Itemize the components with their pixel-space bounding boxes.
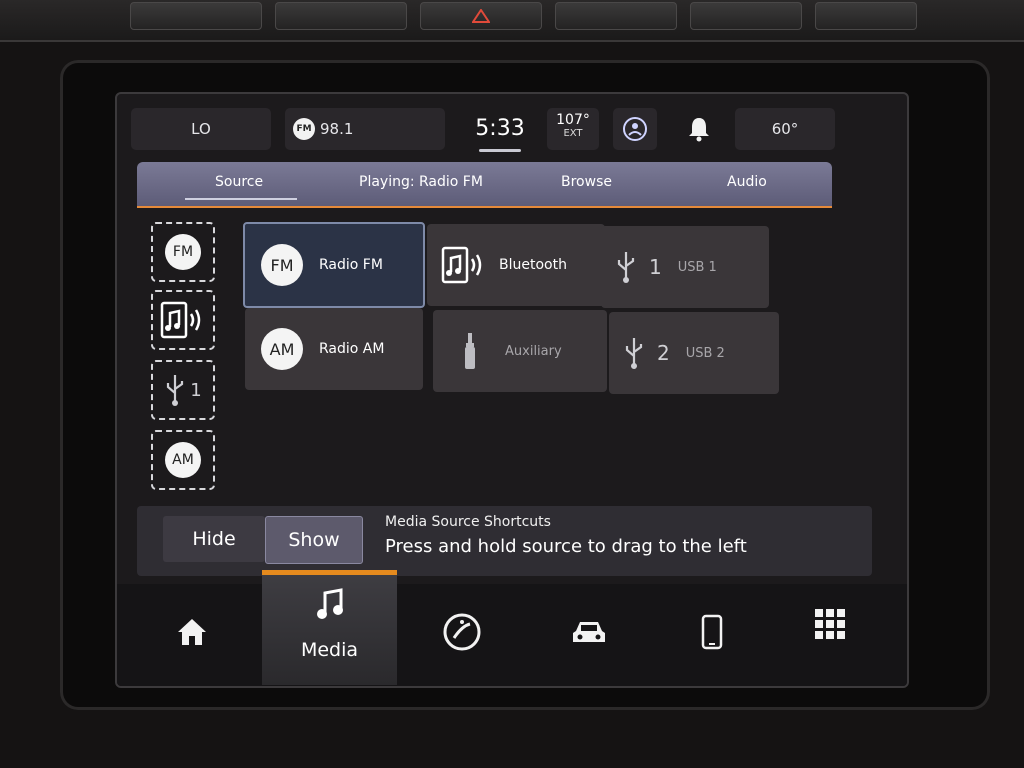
hw-button-1[interactable] (130, 2, 262, 30)
hardware-button-strip (0, 0, 1024, 42)
radio-status-button[interactable]: FM 98.1 (285, 108, 445, 150)
source-radio-fm[interactable]: FM Radio FM (243, 222, 425, 308)
music-note-icon (317, 588, 343, 619)
shortcut-slot-bluetooth[interactable] (151, 290, 215, 350)
shortcut-slot-usb1[interactable]: 1 (151, 360, 215, 420)
usb-icon (167, 375, 184, 406)
shortcut-usb1-number: 1 (190, 379, 202, 401)
infotainment-screen: LO FM 98.1 5:33 107° EXT 60° Source Play… (115, 92, 909, 688)
fm-band-icon: FM (293, 118, 315, 140)
bottom-nav: Media (117, 570, 907, 686)
source-usb2[interactable]: 2 USB 2 (609, 312, 779, 394)
usb-icon (617, 252, 635, 283)
active-tab-underline (185, 198, 297, 200)
tab-browse[interactable]: Browse (561, 174, 612, 190)
source-label: USB 2 (685, 345, 725, 361)
nav-home[interactable] (162, 602, 222, 662)
shortcut-slot-fm[interactable]: FM (151, 222, 215, 282)
source-radio-am[interactable]: AM Radio AM (245, 308, 423, 390)
hide-button[interactable]: Hide (163, 516, 265, 562)
tab-source[interactable]: Source (215, 174, 263, 190)
hw-button-2[interactable] (275, 2, 407, 30)
source-label: Radio FM (319, 257, 383, 273)
home-icon (178, 619, 206, 645)
shortcuts-title: Media Source Shortcuts (385, 514, 551, 530)
radio-frequency: 98.1 (320, 120, 354, 138)
hazard-icon (471, 8, 491, 23)
gauge-icon (443, 613, 481, 651)
source-auxiliary[interactable]: Auxiliary (433, 310, 607, 392)
nav-phone[interactable] (682, 602, 742, 662)
shortcut-slot-am[interactable]: AM (151, 430, 215, 490)
am-icon: AM (165, 442, 201, 478)
hw-button-6[interactable] (815, 2, 917, 30)
clock: 5:33 (475, 116, 525, 141)
fm-icon: FM (261, 244, 303, 286)
nav-media-label: Media (300, 639, 359, 661)
usb1-number: 1 (649, 255, 662, 279)
nav-comfort[interactable] (432, 602, 492, 662)
source-usb1[interactable]: 1 USB 1 (601, 226, 769, 308)
bell-icon (689, 118, 709, 142)
fan-level-button[interactable]: LO (131, 108, 271, 150)
source-bluetooth[interactable]: Bluetooth (427, 224, 605, 306)
clock-indicator (479, 149, 521, 152)
bluetooth-audio-icon (441, 246, 482, 284)
ext-temp-value: 107° (556, 112, 590, 128)
media-tab-bar: Source Playing: Radio FM Browse Audio (137, 162, 832, 208)
sport-button[interactable] (690, 2, 802, 30)
shortcuts-message: Press and hold source to drag to the lef… (385, 536, 747, 557)
bluetooth-audio-icon (160, 301, 201, 339)
usb2-number: 2 (657, 341, 670, 365)
nav-vehicle[interactable] (559, 602, 619, 662)
notifications-button[interactable] (673, 108, 725, 150)
shortcuts-bar: Hide Show Media Source Shortcuts Press a… (137, 506, 872, 576)
aux-jack-icon (465, 333, 475, 369)
phone-icon (701, 614, 723, 650)
nav-media[interactable]: Media (262, 570, 397, 685)
ext-temp-label: EXT (563, 128, 583, 139)
am-icon: AM (261, 328, 303, 370)
hazard-button[interactable] (420, 2, 542, 30)
park-assist-button[interactable] (555, 2, 677, 30)
source-label: Auxiliary (505, 343, 562, 359)
tab-playing[interactable]: Playing: Radio FM (359, 174, 483, 190)
nav-apps[interactable] (800, 594, 860, 654)
exterior-temperature: 107° EXT (547, 108, 599, 150)
set-temperature: 60° (771, 120, 799, 138)
show-button[interactable]: Show (265, 516, 363, 564)
source-label: USB 1 (677, 259, 717, 275)
driver-profile-button[interactable] (613, 108, 657, 150)
fan-level-text: LO (191, 120, 211, 138)
profile-icon (623, 117, 647, 141)
car-icon (573, 622, 605, 642)
status-bar: LO FM 98.1 5:33 107° EXT 60° (117, 94, 907, 162)
source-label: Bluetooth (499, 257, 567, 273)
tab-audio[interactable]: Audio (727, 174, 767, 190)
fm-icon: FM (165, 234, 201, 270)
source-label: Radio AM (319, 341, 385, 357)
climate-temp-button[interactable]: 60° (735, 108, 835, 150)
usb-icon (625, 338, 643, 369)
apps-grid-icon (815, 609, 845, 639)
